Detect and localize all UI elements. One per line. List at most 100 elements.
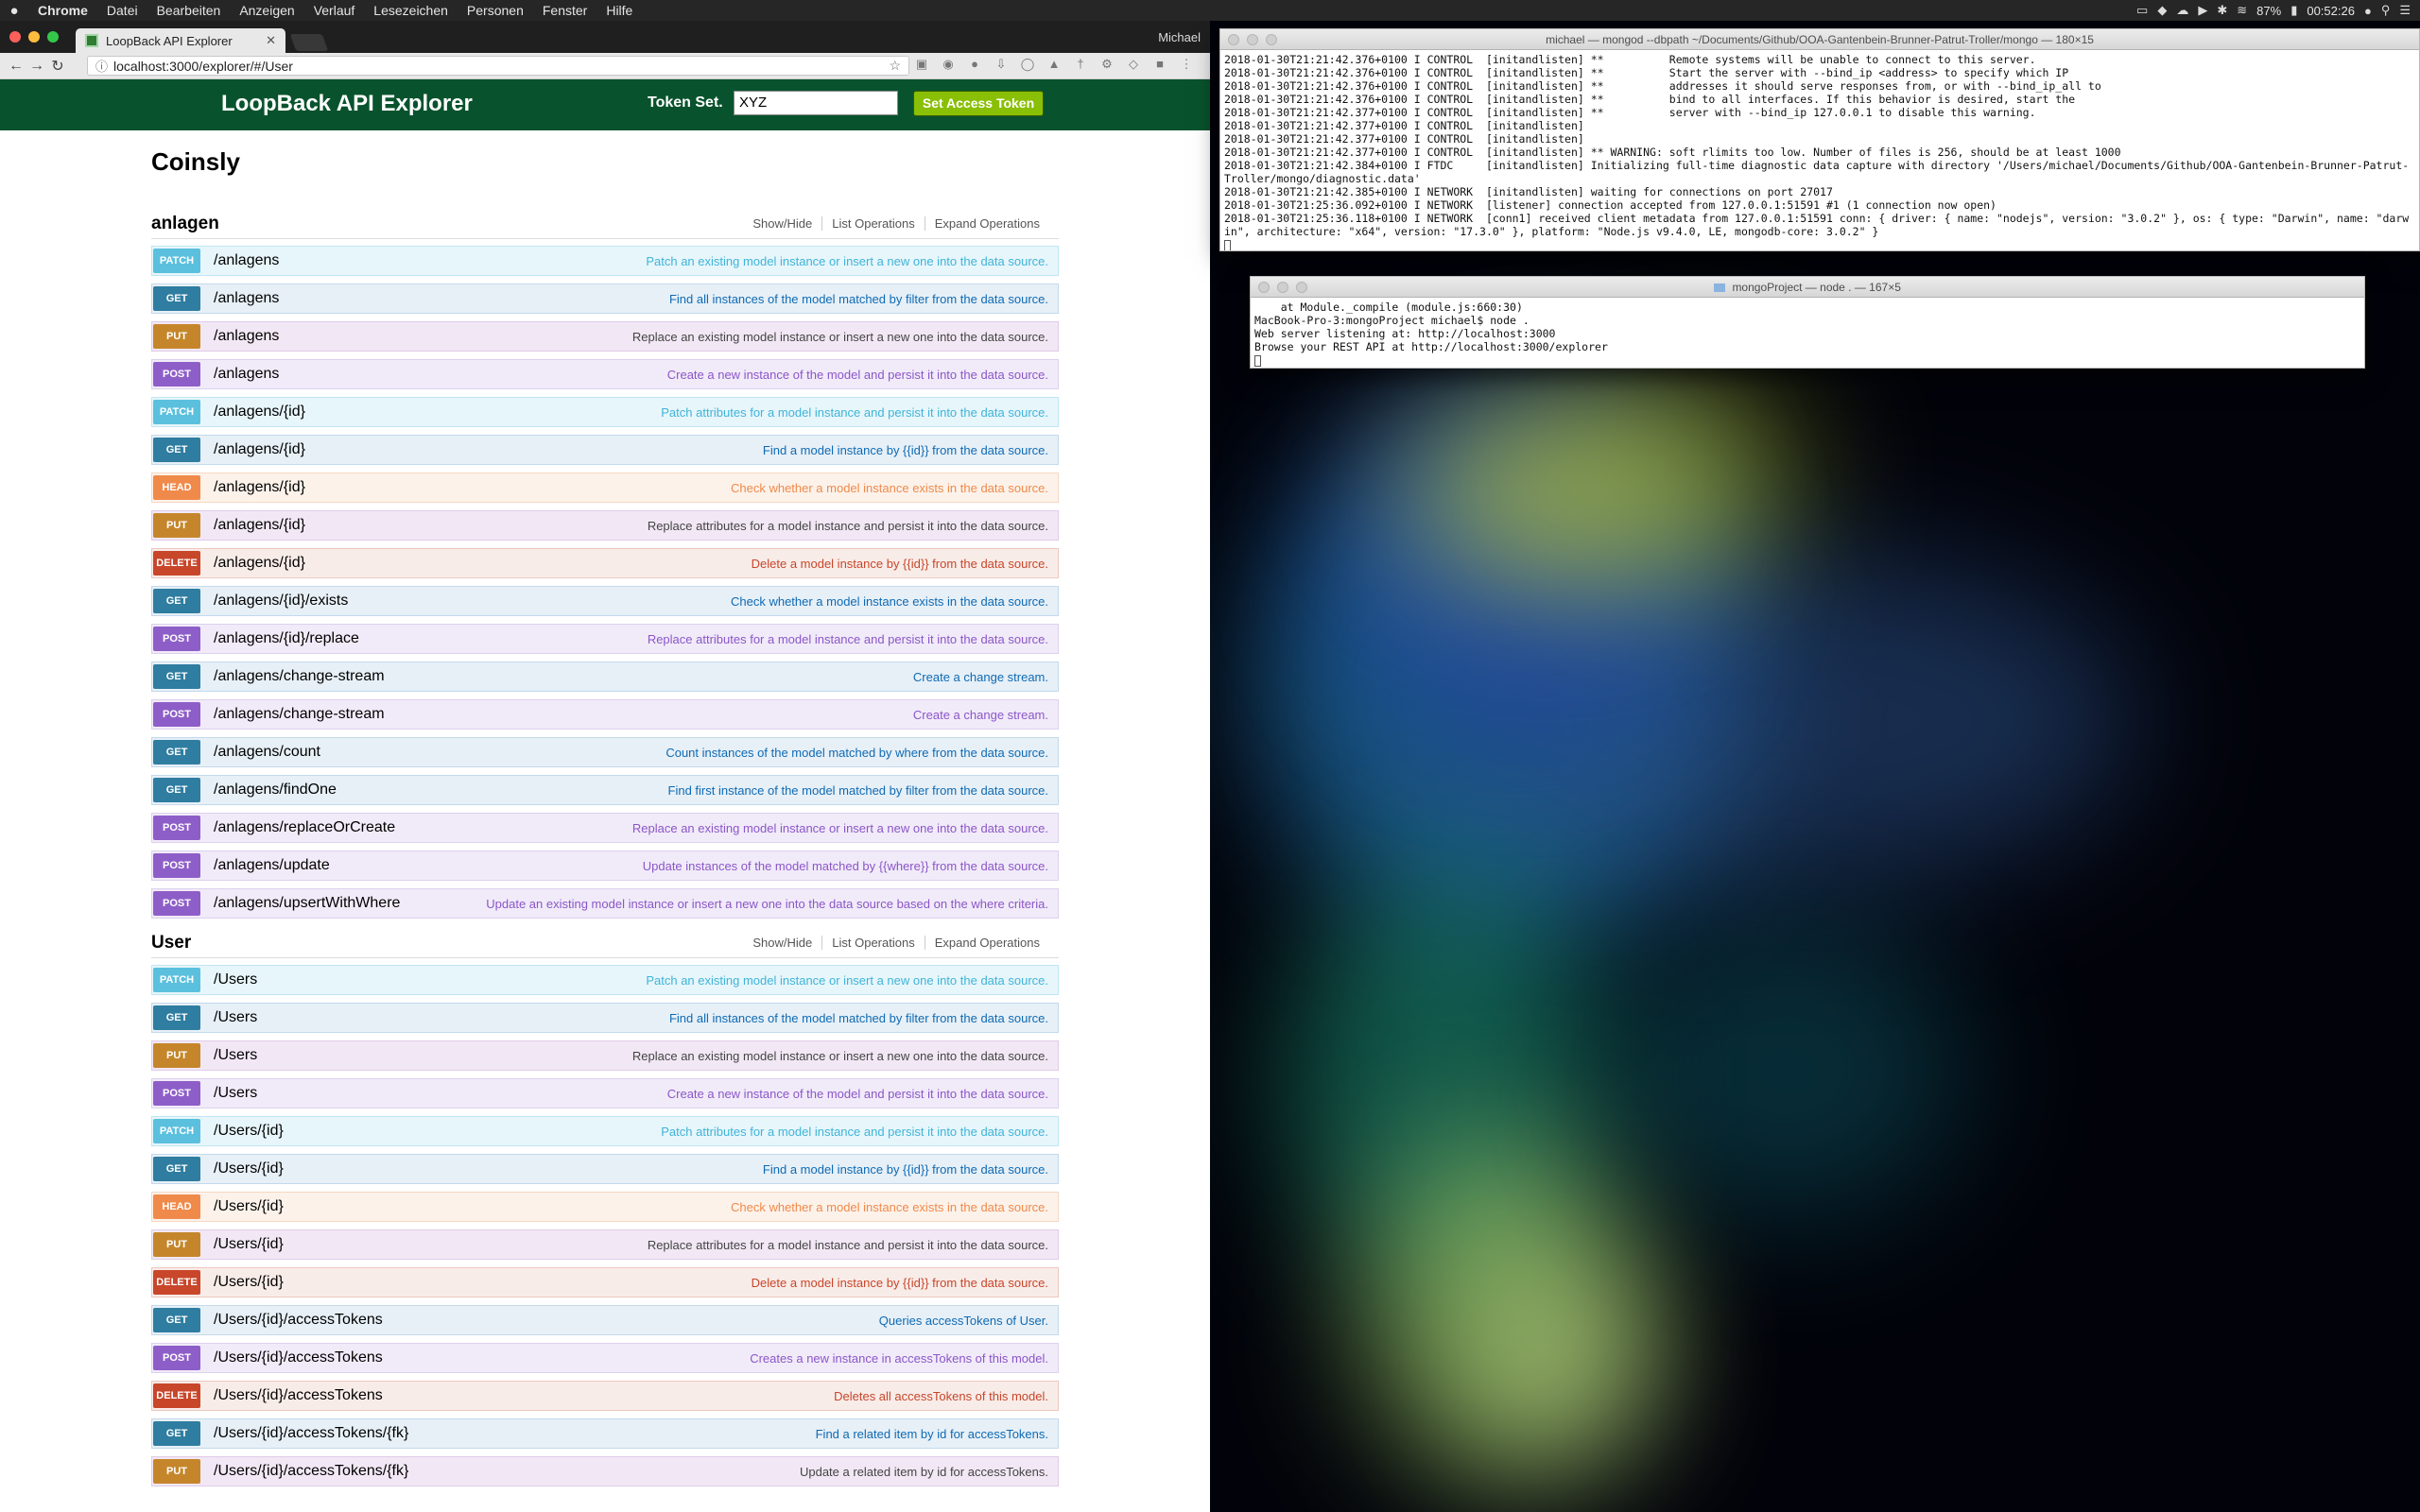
expand-operations-link[interactable]: Expand Operations: [925, 216, 1049, 231]
terminal-title-bar[interactable]: mongoProject — node . — 167×5: [1251, 277, 2364, 298]
operation-summary[interactable]: Replace an existing model instance or in…: [632, 1049, 1048, 1063]
show-hide-link[interactable]: Show/Hide: [743, 936, 823, 950]
operation-row[interactable]: GET/Users/{id} Find a model instance by {…: [151, 1154, 1059, 1184]
terminal-window-node[interactable]: mongoProject — node . — 167×5 at Module.…: [1250, 276, 2365, 369]
http-method-badge[interactable]: PUT: [153, 1232, 200, 1257]
operation-path[interactable]: /Users/{id}: [214, 1160, 284, 1177]
bookmark-star-icon[interactable]: ☆: [889, 58, 901, 74]
http-method-badge[interactable]: POST: [153, 816, 200, 840]
spotlight-icon[interactable]: ⚲: [2381, 3, 2391, 18]
menu-bearbeiten[interactable]: Bearbeiten: [147, 0, 231, 21]
http-method-badge[interactable]: GET: [153, 1308, 200, 1332]
operation-summary[interactable]: Find all instances of the model matched …: [669, 1011, 1048, 1025]
operation-path[interactable]: /anlagens: [214, 328, 279, 345]
operation-path[interactable]: /anlagens/{id}: [214, 555, 305, 572]
operation-summary[interactable]: Creates a new instance in accessTokens o…: [750, 1351, 1048, 1366]
resource-name[interactable]: User: [151, 933, 191, 954]
extension-icon[interactable]: ◇: [1123, 57, 1144, 72]
access-token-input[interactable]: XYZ: [734, 91, 898, 115]
operation-path[interactable]: /anlagens/{id}: [214, 404, 305, 421]
operation-summary[interactable]: Replace attributes for a model instance …: [648, 632, 1048, 646]
http-method-badge[interactable]: POST: [153, 891, 200, 916]
http-method-badge[interactable]: DELETE: [153, 551, 200, 576]
wifi-icon[interactable]: ≋: [2237, 3, 2247, 18]
extension-icon[interactable]: ■: [1150, 57, 1170, 72]
operation-summary[interactable]: Replace an existing model instance or in…: [632, 821, 1048, 835]
operation-summary[interactable]: Create a change stream.: [913, 708, 1048, 722]
operation-summary[interactable]: Check whether a model instance exists in…: [731, 594, 1048, 609]
extension-icon[interactable]: ⇩: [991, 57, 1011, 72]
operation-summary[interactable]: Create a change stream.: [913, 670, 1048, 684]
operation-path[interactable]: /Users/{id}: [214, 1123, 284, 1140]
operation-row[interactable]: PATCH/anlagens Patch an existing model in…: [151, 246, 1059, 276]
http-method-badge[interactable]: POST: [153, 853, 200, 878]
operation-path[interactable]: /Users/{id}/accessTokens/{fk}: [214, 1463, 408, 1480]
operation-summary[interactable]: Delete a model instance by {{id}} from t…: [752, 1276, 1048, 1290]
http-method-badge[interactable]: GET: [153, 589, 200, 613]
new-tab-button[interactable]: [289, 34, 329, 51]
http-method-badge[interactable]: HEAD: [153, 1194, 200, 1219]
playback-icon[interactable]: ▶: [2198, 3, 2207, 18]
info-icon[interactable]: ⓘ: [95, 57, 108, 75]
zoom-window-icon[interactable]: [1296, 282, 1307, 293]
operation-summary[interactable]: Find a related item by id for accessToke…: [816, 1427, 1048, 1441]
extension-icon[interactable]: ⚙: [1097, 57, 1117, 72]
operation-path[interactable]: /anlagens/update: [214, 857, 330, 874]
minimize-window-icon[interactable]: [28, 31, 40, 43]
operation-row[interactable]: POST/anlagens/{id}/replace Replace attrib…: [151, 624, 1059, 654]
cloud-icon[interactable]: ☁: [2176, 3, 2188, 18]
http-method-badge[interactable]: GET: [153, 664, 200, 689]
http-method-badge[interactable]: GET: [153, 1005, 200, 1030]
minimize-window-icon[interactable]: [1277, 282, 1288, 293]
operation-summary[interactable]: Check whether a model instance exists in…: [731, 1200, 1048, 1214]
operation-row[interactable]: PATCH/anlagens/{id} Patch attributes for …: [151, 397, 1059, 427]
http-method-badge[interactable]: HEAD: [153, 475, 200, 500]
operation-path[interactable]: /anlagens/change-stream: [214, 706, 385, 723]
extension-icon[interactable]: ▣: [911, 57, 932, 72]
http-method-badge[interactable]: GET: [153, 778, 200, 802]
operation-row[interactable]: PUT/Users/{id}/accessTokens/{fk} Update a…: [151, 1456, 1059, 1486]
battery-percentage[interactable]: 87%: [2256, 4, 2281, 18]
menu-fenster[interactable]: Fenster: [533, 0, 596, 21]
http-method-badge[interactable]: POST: [153, 362, 200, 387]
operation-path[interactable]: /anlagens: [214, 366, 279, 383]
operation-row[interactable]: PATCH/Users/{id} Patch attributes for a m…: [151, 1116, 1059, 1146]
operation-row[interactable]: POST/Users/{id}/accessTokens Creates a ne…: [151, 1343, 1059, 1373]
close-window-icon[interactable]: [1258, 282, 1270, 293]
extension-icon[interactable]: ◯: [1017, 57, 1038, 72]
user-icon[interactable]: ●: [2364, 4, 2372, 18]
operation-path[interactable]: /anlagens: [214, 290, 279, 307]
operation-row[interactable]: DELETE/Users/{id}/accessTokens Deletes al…: [151, 1381, 1059, 1411]
http-method-badge[interactable]: POST: [153, 1081, 200, 1106]
operation-row[interactable]: DELETE/Users/{id} Delete a model instance…: [151, 1267, 1059, 1297]
http-method-badge[interactable]: PUT: [153, 1459, 200, 1484]
operation-summary[interactable]: Check whether a model instance exists in…: [731, 481, 1048, 495]
menu-lesezeichen[interactable]: Lesezeichen: [364, 0, 458, 21]
terminal-window-mongod[interactable]: michael — mongod --dbpath ~/Documents/Gi…: [1219, 28, 2420, 251]
operation-summary[interactable]: Find all instances of the model matched …: [669, 292, 1048, 306]
menu-chrome[interactable]: Chrome: [28, 0, 97, 21]
operation-path[interactable]: /anlagens/change-stream: [214, 668, 385, 685]
http-method-badge[interactable]: GET: [153, 1421, 200, 1446]
operation-row[interactable]: POST/anlagens/update Update instances of …: [151, 850, 1059, 881]
operation-summary[interactable]: Count instances of the model matched by …: [666, 746, 1048, 760]
menu-hilfe[interactable]: Hilfe: [596, 0, 642, 21]
bluetooth-icon[interactable]: ✱: [2217, 3, 2227, 18]
http-method-badge[interactable]: PATCH: [153, 400, 200, 424]
operation-summary[interactable]: Deletes all accessTokens of this model.: [834, 1389, 1048, 1403]
operation-summary[interactable]: Create a new instance of the model and p…: [667, 1087, 1048, 1101]
operation-path[interactable]: /Users/{id}: [214, 1274, 284, 1291]
reload-icon[interactable]: ↻: [47, 57, 68, 76]
operation-summary[interactable]: Replace attributes for a model instance …: [648, 519, 1048, 533]
operation-summary[interactable]: Patch an existing model instance or inse…: [646, 973, 1048, 988]
operation-summary[interactable]: Find a model instance by {{id}} from the…: [763, 1162, 1048, 1177]
operation-row[interactable]: GET/anlagens/change-stream Create a chang…: [151, 662, 1059, 692]
operation-row[interactable]: PUT/anlagens Replace an existing model in…: [151, 321, 1059, 352]
operation-path[interactable]: /Users: [214, 1047, 257, 1064]
operation-path[interactable]: /anlagens/{id}/replace: [214, 630, 359, 647]
close-window-icon[interactable]: [9, 31, 21, 43]
operation-row[interactable]: GET/anlagens Find all instances of the mo…: [151, 284, 1059, 314]
http-method-badge[interactable]: DELETE: [153, 1270, 200, 1295]
extension-icon[interactable]: ●: [964, 57, 985, 72]
http-method-badge[interactable]: PATCH: [153, 1119, 200, 1143]
